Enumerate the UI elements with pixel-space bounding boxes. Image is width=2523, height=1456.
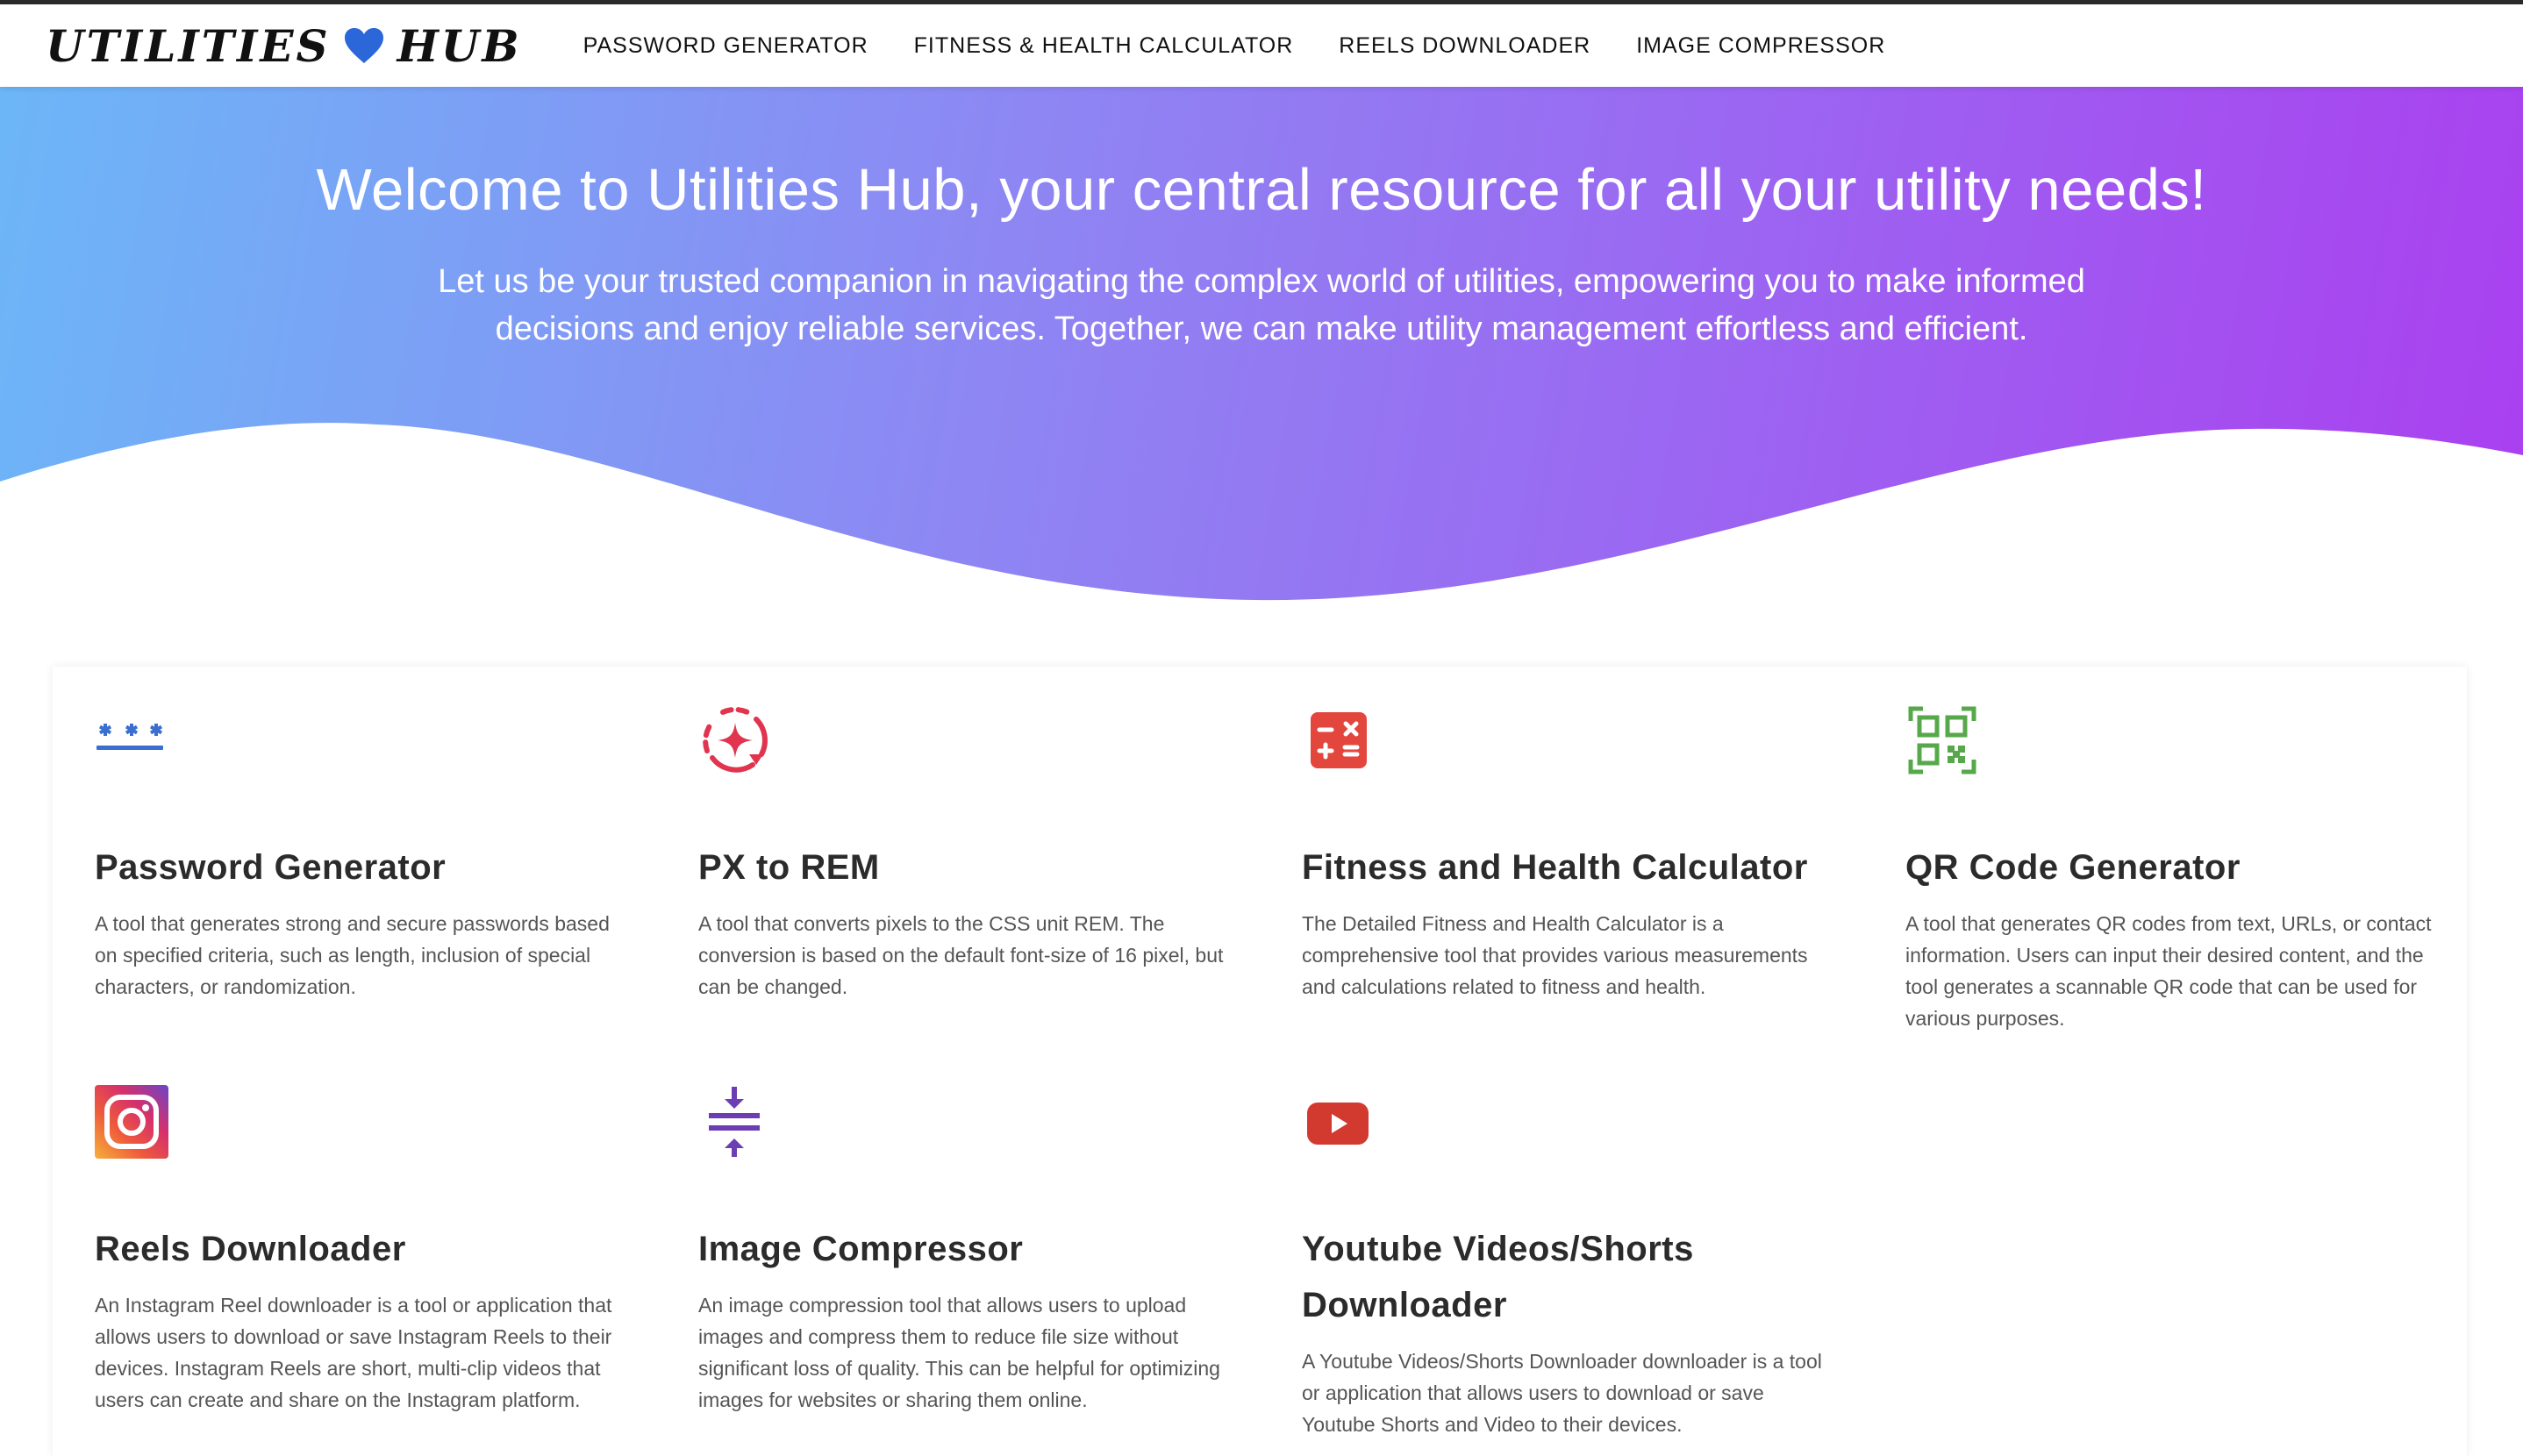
brand-logo[interactable]: Utilities Hub [46, 4, 522, 87]
tool-title: Image Compressor [698, 1230, 1024, 1268]
tool-title: Password Generator [95, 848, 447, 887]
nav-link-password-generator[interactable]: PASSWORD GENERATOR [583, 33, 868, 59]
youtube-play-icon [1302, 1085, 1376, 1159]
nav-link-reels-downloader[interactable]: REELS DOWNLOADER [1339, 33, 1590, 59]
tool-description: A tool that converts pixels to the CSS u… [698, 912, 1224, 998]
instagram-icon [95, 1085, 168, 1159]
main-menu: PASSWORD GENERATOR FITNESS & HEALTH CALC… [583, 33, 1886, 59]
brand-name-right: Hub [397, 19, 522, 72]
tool-title: PX to REM [698, 848, 880, 887]
qr-code-icon [1905, 703, 1979, 777]
calculator-icon [1302, 703, 1376, 777]
tools-grid: Password Generator A tool that generates… [53, 667, 2467, 1456]
hero-banner: Welcome to Utilities Hub, your central r… [0, 87, 2523, 613]
tool-title: Youtube Videos/Shorts Downloader [1302, 1230, 1694, 1324]
tool-description: The Detailed Fitness and Health Calculat… [1302, 912, 1808, 998]
nav-link-image-compressor[interactable]: IMAGE COMPRESSOR [1636, 33, 1885, 59]
tool-description: A tool that generates strong and secure … [95, 912, 610, 998]
hero-wave [0, 423, 2523, 613]
tool-description: An Instagram Reel downloader is a tool o… [95, 1294, 612, 1411]
sparkle-refresh-icon [698, 703, 772, 777]
tool-title: Reels Downloader [95, 1230, 406, 1268]
tool-title: QR Code Generator [1905, 848, 2241, 887]
brand-name-left: Utilities [46, 19, 331, 72]
heart-icon [343, 26, 385, 65]
password-asterisks-icon [95, 703, 168, 777]
compress-arrows-icon [698, 1085, 772, 1159]
tool-description: A tool that generates QR codes from text… [1905, 912, 2432, 1030]
tool-description: An image compression tool that allows us… [698, 1294, 1220, 1411]
tool-title: Fitness and Health Calculator [1302, 848, 1808, 887]
nav-link-fitness-health-calculator[interactable]: FITNESS & HEALTH CALCULATOR [914, 33, 1294, 59]
tool-description: A Youtube Videos/Shorts Downloader downl… [1302, 1350, 1822, 1436]
top-navbar: Utilities Hub PASSWORD GENERATOR FITNESS… [0, 4, 2523, 87]
